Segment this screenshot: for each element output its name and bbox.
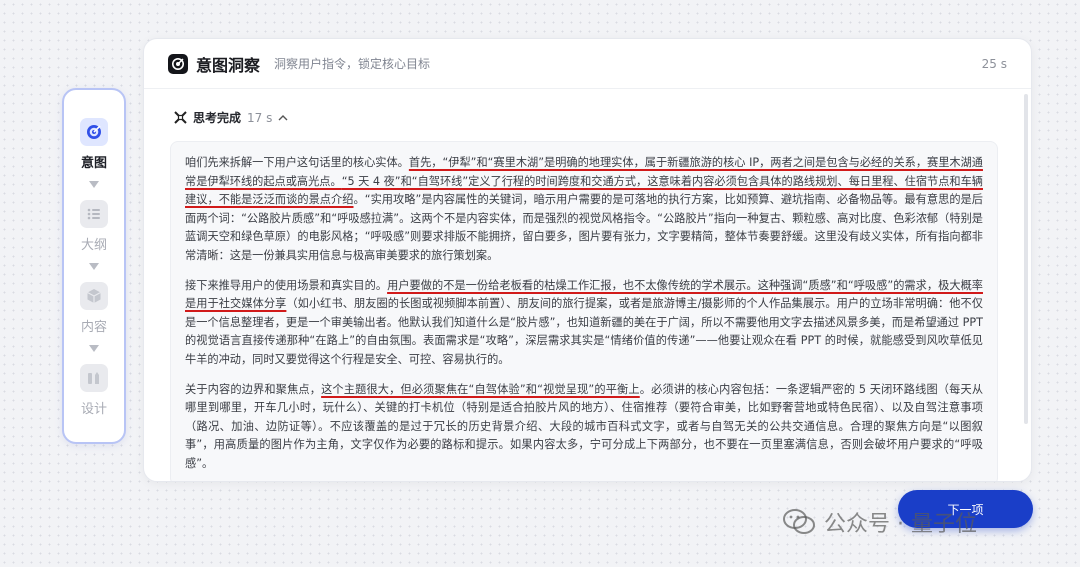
scrollbar[interactable] bbox=[1024, 94, 1028, 424]
intent-card: 意图洞察 洞察用户指令，锁定核心目标 25 s 思考完成 17 s 咱们先来拆解… bbox=[143, 38, 1032, 482]
thinking-content: 咱们先来拆解一下用户这句话里的核心实体。首先，“伊犁”和“赛里木湖”是明确的地理… bbox=[170, 141, 998, 481]
design-icon bbox=[80, 364, 108, 392]
card-header: 意图洞察 洞察用户指令，锁定核心目标 25 s bbox=[144, 39, 1031, 89]
step-rail: 意图 大纲 内容 设计 bbox=[62, 88, 126, 444]
step-label: 内容 bbox=[80, 320, 107, 335]
step-arrow-icon bbox=[89, 181, 99, 188]
wechat-icon bbox=[783, 509, 815, 534]
step-intent[interactable]: 意图 bbox=[80, 118, 108, 171]
text-segment: 咱们先来拆解一下用户这句话里的核心实体。 bbox=[185, 156, 409, 169]
step-label: 设计 bbox=[80, 402, 107, 417]
watermark-text: 公众号 · 量子位 bbox=[824, 512, 977, 537]
chevron-up-icon[interactable] bbox=[278, 111, 288, 124]
step-label: 大纲 bbox=[80, 238, 107, 253]
paragraph: 关于内容的边界和聚焦点，这个主题很大，但必须聚焦在“自驾体验”和“视觉呈现”的平… bbox=[185, 381, 983, 474]
list-icon bbox=[80, 200, 108, 228]
thinking-time: 17 s bbox=[247, 110, 273, 125]
step-arrow-icon bbox=[89, 345, 99, 352]
watermark: 公众号 · 量子位 bbox=[782, 506, 977, 538]
step-arrow-icon bbox=[89, 263, 99, 270]
paragraph: 接下来推导用户的使用场景和真实目的。用户要做的不是一份给老板看的枯燥工作汇报，也… bbox=[185, 277, 983, 370]
cube-icon bbox=[80, 282, 108, 310]
page-subtitle: 洞察用户指令，锁定核心目标 bbox=[274, 57, 431, 71]
underlined-text: 用户要做的不是一份给老板看的枯燥工作汇报，也不太像传统的学术展示。 bbox=[387, 278, 758, 292]
underlined-text: 这个主题很大，但必须聚焦在“自驾体验”和“视觉呈现”的平衡上 bbox=[321, 382, 640, 396]
text-segment: 关于内容的边界和聚焦点， bbox=[185, 382, 322, 396]
step-design[interactable]: 设计 bbox=[80, 364, 108, 417]
step-content[interactable]: 内容 bbox=[80, 282, 108, 335]
page-title: 意图洞察 bbox=[196, 55, 261, 75]
step-label: 意图 bbox=[80, 156, 107, 171]
target-icon bbox=[168, 53, 188, 74]
step-outline[interactable]: 大纲 bbox=[80, 200, 108, 253]
thinking-toggle[interactable]: 思考完成 17 s bbox=[174, 109, 288, 126]
elapsed-time: 25 s bbox=[981, 56, 1007, 71]
paragraph: 咱们先来拆解一下用户这句话里的核心实体。首先，“伊犁”和“赛里木湖”是明确的地理… bbox=[185, 154, 983, 266]
thinking-label: 思考完成 bbox=[193, 111, 242, 125]
target-icon bbox=[80, 118, 108, 146]
thinking-icon bbox=[174, 111, 187, 124]
text-segment: （如小红书、朋友圈的长图或视频脚本前置）、朋友间的旅行提案，或者是旅游博主/摄影… bbox=[185, 297, 983, 366]
text-segment: 接下来推导用户的使用场景和真实目的。 bbox=[185, 278, 388, 292]
